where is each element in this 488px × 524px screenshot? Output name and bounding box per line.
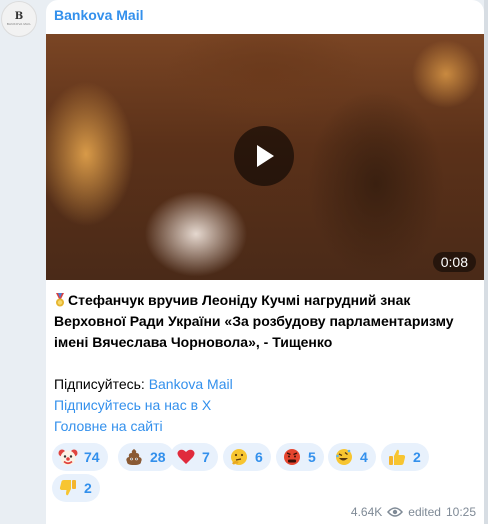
reaction-thumbs-down[interactable]: 2: [52, 474, 100, 502]
thumbs-up-icon: [389, 449, 406, 465]
thinking-face-icon: [231, 449, 247, 465]
message-meta: 4.64K edited 10:25: [351, 505, 476, 519]
channel-name[interactable]: Bankova Mail: [54, 7, 143, 23]
reaction-count: 6: [255, 449, 263, 465]
reaction-thumbs-up[interactable]: 2: [381, 443, 429, 471]
reaction-clown[interactable]: 74: [52, 443, 108, 471]
reaction-count: 28: [150, 449, 166, 465]
avatar-caption: BANKOVA MAIL: [6, 22, 32, 26]
x-link[interactable]: Підписуйтесь на нас в Х: [54, 395, 474, 416]
message-time: 10:25: [445, 505, 476, 519]
play-icon: [257, 145, 274, 167]
video-duration: 0:08: [432, 252, 476, 272]
message-bubble: Bankova Mail 0:08 Стефанчук вручив Леоні…: [46, 0, 484, 524]
play-button[interactable]: [234, 126, 294, 186]
reaction-count: 7: [202, 449, 210, 465]
reaction-angry[interactable]: 5: [276, 443, 324, 471]
angry-face-icon: [284, 449, 300, 465]
post-headline-text: Стефанчук вручив Леоніду Кучмі нагрудний…: [54, 292, 454, 350]
reaction-count: 2: [84, 480, 92, 496]
video-preview[interactable]: 0:08: [46, 34, 484, 280]
reaction-heart[interactable]: 7: [170, 443, 218, 471]
post-text: Стефанчук вручив Леоніду Кучмі нагрудний…: [54, 290, 474, 437]
reaction-count: 74: [84, 449, 100, 465]
reaction-count: 5: [308, 449, 316, 465]
subscribe-prefix: Підписуйтесь:: [54, 376, 149, 392]
reaction-thinking[interactable]: 6: [223, 443, 271, 471]
reaction-count: 4: [360, 449, 368, 465]
medal-icon: [56, 293, 64, 307]
channel-avatar[interactable]: B BANKOVA MAIL: [1, 1, 37, 37]
thumbs-down-icon: [59, 480, 76, 496]
view-count: 4.64K: [350, 505, 383, 519]
site-link[interactable]: Головне на сайті: [54, 416, 474, 437]
post-headline: Стефанчук вручив Леоніду Кучмі нагрудний…: [54, 290, 474, 353]
red-heart-icon: [177, 449, 195, 464]
scrollbar-track[interactable]: [484, 0, 488, 524]
clown-face-icon: [58, 449, 78, 466]
reaction-rofl[interactable]: 4: [328, 443, 376, 471]
poop-icon: [126, 449, 142, 465]
eye-icon: [387, 507, 404, 517]
subscribe-link[interactable]: Bankova Mail: [149, 376, 233, 392]
reaction-count: 2: [413, 449, 421, 465]
edited-label: edited: [408, 505, 441, 519]
subscribe-line: Підписуйтесь: Bankova Mail: [54, 374, 474, 395]
avatar-letter: B: [14, 11, 24, 22]
reaction-poop[interactable]: 28: [118, 443, 174, 471]
rofl-face-icon: [336, 449, 352, 465]
